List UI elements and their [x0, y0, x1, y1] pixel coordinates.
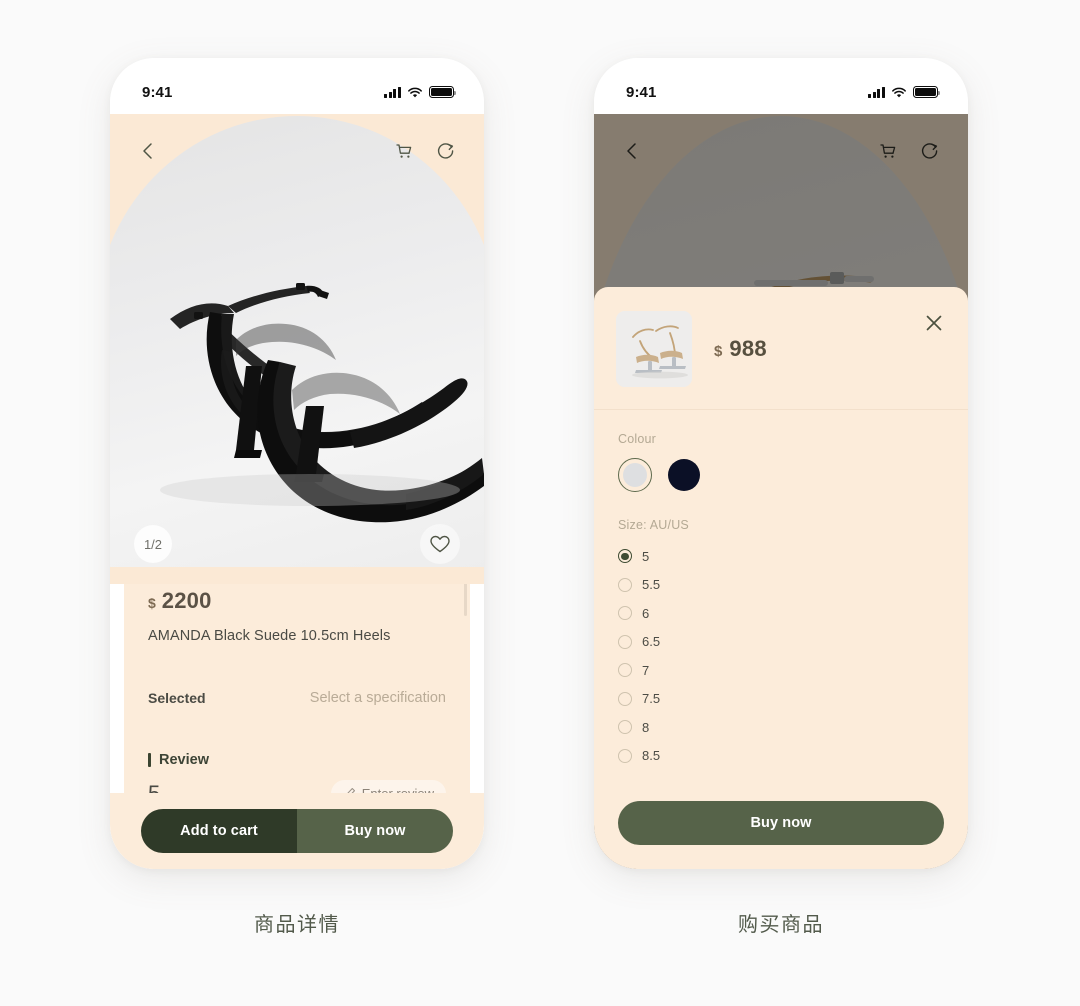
- favourite-button[interactable]: [420, 524, 460, 564]
- colour-swatch-navy[interactable]: [668, 459, 700, 491]
- review-accent-bar: [148, 753, 151, 767]
- close-sheet-button[interactable]: [922, 311, 946, 335]
- hero-nav-actions: [878, 141, 940, 161]
- phone-mockup-product-detail: 9:41 1/2 $ 2200 AMANDA Black Suede 10.5c…: [110, 58, 484, 869]
- caption-product-detail: 商品详情: [254, 914, 340, 936]
- size-option-8-5[interactable]: 8.5: [618, 742, 944, 771]
- product-thumbnail[interactable]: [616, 311, 692, 387]
- size-option-label: 7.5: [642, 691, 661, 707]
- screen-purchase: 9:41 $ 988 Colour Size: AU/US 5 5.5 6 6.…: [594, 58, 968, 869]
- size-option-label: 8: [642, 719, 650, 735]
- selected-label: Selected: [148, 690, 206, 706]
- battery-icon: [429, 86, 457, 98]
- chevron-left-icon[interactable]: [622, 141, 642, 161]
- buy-now-button[interactable]: Buy now: [297, 809, 453, 853]
- hero-nav: [594, 134, 968, 168]
- colour-label: Colour: [618, 432, 657, 446]
- radio-icon: [618, 663, 632, 678]
- review-heading: Review: [148, 752, 446, 768]
- buy-now-button[interactable]: Buy now: [618, 801, 944, 845]
- radio-icon: [618, 577, 632, 592]
- sheet-header: $ 988: [594, 287, 968, 410]
- radio-icon: [618, 748, 632, 763]
- status-bar: 9:41: [594, 58, 968, 114]
- signal-icon: [868, 86, 885, 98]
- screenshot-stage: 9:41 1/2 $ 2200 AMANDA Black Suede 10.5c…: [0, 0, 1080, 1006]
- review-title: Review: [159, 752, 209, 768]
- swatch-fill: [668, 459, 700, 491]
- chevron-left-icon[interactable]: [138, 141, 158, 161]
- status-icons: [868, 86, 941, 98]
- hero-nav: [110, 134, 484, 168]
- purchase-bottom-sheet: $ 988 Colour Size: AU/US 5 5.5 6 6.5 7 7…: [594, 287, 968, 869]
- size-option-8[interactable]: 8: [618, 713, 944, 742]
- cart-icon[interactable]: [394, 141, 414, 161]
- refresh-share-icon[interactable]: [920, 141, 940, 161]
- hero-bottom-bar: 1/2: [110, 524, 484, 564]
- size-option-label: 5.5: [642, 577, 661, 593]
- size-option-7[interactable]: 7: [618, 656, 944, 685]
- status-bar: 9:41: [110, 58, 484, 114]
- selected-hint: Select a specification: [309, 690, 446, 706]
- sheet-price-value: 988: [729, 336, 767, 361]
- hero-nav-actions: [394, 141, 456, 161]
- price-currency: $: [148, 595, 156, 611]
- cart-icon[interactable]: [878, 141, 898, 161]
- price-value: 2200: [161, 588, 212, 613]
- size-option-label: 5: [642, 548, 650, 564]
- sheet-price-currency: $: [714, 343, 723, 360]
- radio-icon: [618, 691, 632, 706]
- product-image-hero: 1/2: [110, 114, 484, 584]
- colour-swatches: [618, 458, 944, 492]
- product-photo-black-heels: [110, 114, 484, 584]
- battery-icon: [913, 86, 941, 98]
- caption-purchase: 购买商品: [738, 914, 824, 936]
- detail-section: $ 2200 AMANDA Black Suede 10.5cm Heels S…: [110, 584, 484, 869]
- size-option-7-5[interactable]: 7.5: [618, 685, 944, 714]
- heart-icon: [430, 535, 450, 553]
- page-indicator: 1/2: [134, 525, 172, 563]
- size-option-5[interactable]: 5: [618, 542, 944, 571]
- size-label: Size: AU/US: [618, 518, 689, 532]
- status-time: 9:41: [142, 83, 173, 101]
- refresh-share-icon[interactable]: [436, 141, 456, 161]
- size-option-label: 6: [642, 605, 650, 621]
- size-option-5-5[interactable]: 5.5: [618, 571, 944, 600]
- size-option-label: 7: [642, 662, 650, 678]
- wifi-icon: [891, 86, 907, 98]
- size-option-6-5[interactable]: 6.5: [618, 628, 944, 657]
- size-option-label: 6.5: [642, 634, 661, 650]
- swatch-fill: [623, 463, 647, 487]
- radio-icon: [618, 634, 632, 649]
- phone-mockup-purchase-sheet: 9:41 $ 988 Colour Size: AU/US 5 5.5 6 6.…: [594, 58, 968, 869]
- bottom-action-bar: Add to cart Buy now: [110, 793, 484, 869]
- close-icon: [926, 315, 942, 331]
- sheet-price: $ 988: [714, 336, 767, 362]
- scrollbar-indicator[interactable]: [464, 584, 467, 616]
- radio-icon: [618, 720, 632, 735]
- sheet-options: Colour Size: AU/US 5 5.5 6 6.5 7 7.5 8 8…: [594, 410, 968, 787]
- screen-product-detail: 9:41 1/2 $ 2200 AMANDA Black Suede 10.5c…: [110, 58, 484, 869]
- wifi-icon: [407, 86, 423, 98]
- selected-spec-row[interactable]: Selected Select a specification: [148, 690, 446, 706]
- dual-action-button: Add to cart Buy now: [141, 809, 453, 853]
- radio-icon: [618, 606, 632, 621]
- radio-icon: [618, 549, 632, 564]
- size-option-label: 8.5: [642, 748, 661, 764]
- status-time: 9:41: [626, 83, 657, 101]
- product-title: AMANDA Black Suede 10.5cm Heels: [148, 628, 391, 644]
- status-icons: [384, 86, 457, 98]
- size-options-list: 5 5.5 6 6.5 7 7.5 8 8.5: [618, 542, 944, 770]
- size-option-6[interactable]: 6: [618, 599, 944, 628]
- add-to-cart-button[interactable]: Add to cart: [141, 809, 297, 853]
- signal-icon: [384, 86, 401, 98]
- colour-swatch-white[interactable]: [618, 458, 652, 492]
- price-row: $ 2200: [148, 588, 446, 614]
- sheet-footer: Buy now: [594, 787, 968, 869]
